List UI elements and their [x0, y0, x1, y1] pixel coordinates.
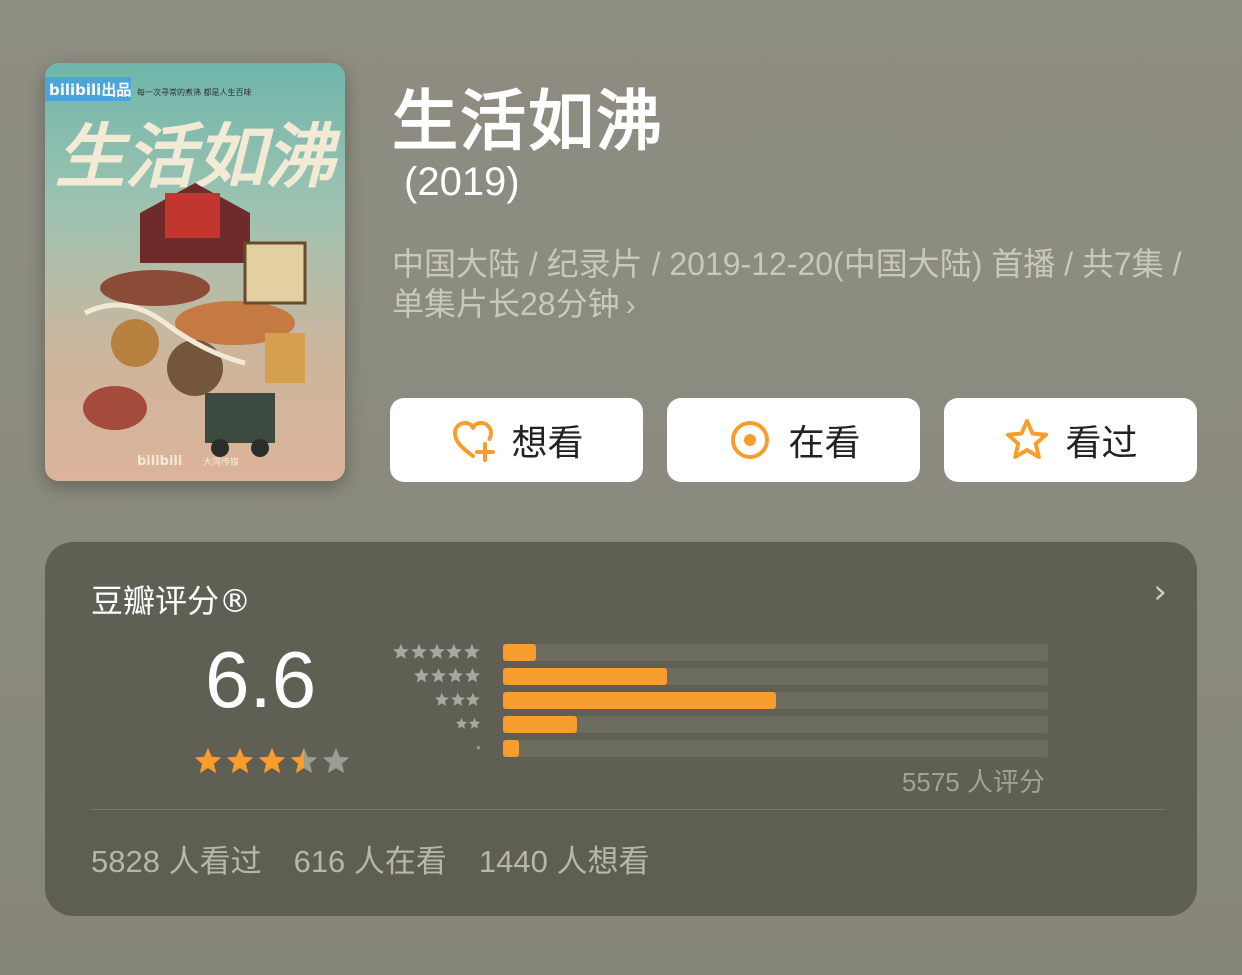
star-icon — [428, 643, 445, 659]
rating-row-stars — [476, 737, 481, 758]
rating-bar-fill — [503, 716, 577, 733]
star-icon — [322, 747, 350, 774]
watching-button[interactable]: 在看 — [667, 398, 920, 482]
rating-bar-fill — [503, 644, 536, 661]
rating-row-4-star — [381, 665, 1061, 685]
star-icon — [194, 747, 222, 774]
star-icon — [430, 668, 447, 683]
audience-stats: 5828 人看过 616 人在看 1440 人想看 — [91, 836, 650, 881]
star-icon — [466, 692, 481, 706]
rating-row-stars — [455, 713, 481, 734]
want-count: 1440 人想看 — [478, 844, 650, 879]
rating-bar-track — [503, 668, 1048, 685]
star-icon — [464, 643, 480, 659]
watching-label: 在看 — [788, 423, 861, 464]
rating-bar-fill — [503, 668, 667, 685]
star-outline-icon — [1006, 419, 1049, 459]
watched-count: 5828 人看过 — [91, 844, 262, 879]
rating-row-stars — [413, 665, 481, 686]
star-icon — [450, 692, 465, 706]
rating-bar-track — [503, 716, 1048, 733]
star-icon — [446, 643, 463, 659]
star-icon — [393, 643, 409, 659]
star-icon — [410, 643, 427, 659]
target-circle-icon — [731, 421, 770, 459]
rating-bar-track — [503, 692, 1048, 709]
watching-count: 616 人在看 — [293, 844, 447, 879]
rating-row-1-star — [381, 737, 1061, 757]
show-meta-text: 中国大陆 / 纪录片 / 2019-12-20(中国大陆) 首播 / 共7集 /… — [392, 246, 1182, 322]
rating-score: 6.6 — [205, 635, 317, 724]
watched-button[interactable]: 看过 — [944, 398, 1197, 482]
rating-row-2-star — [381, 713, 1061, 733]
heart-plus-icon — [453, 421, 496, 462]
rating-card[interactable]: 豆瓣评分® › 6.6 5575 人评分 5828 人看过 616 人在看 14… — [45, 542, 1197, 916]
want-to-watch-label: 想看 — [511, 423, 584, 464]
star-icon — [434, 692, 449, 706]
show-meta[interactable]: 中国大陆 / 纪录片 / 2019-12-20(中国大陆) 首播 / 共7集 /… — [392, 244, 1222, 326]
star-icon — [455, 717, 468, 729]
star-icon — [447, 668, 464, 683]
star-icon — [468, 717, 481, 729]
star-icon — [476, 745, 481, 750]
rating-card-title: 豆瓣评分® — [91, 582, 252, 620]
poster-brand: bilibili出品 — [49, 81, 131, 99]
rating-stars — [193, 746, 351, 776]
rating-row-5-star — [381, 641, 1061, 661]
rating-row-stars — [392, 641, 481, 662]
star-icon — [290, 747, 318, 774]
star-icon — [413, 668, 430, 683]
poster-footer-studio: 大湾传媒 — [203, 456, 239, 468]
poster-tagline: 每一次寻常的煮沸 都是人生百味 — [137, 87, 252, 97]
star-icon — [464, 668, 481, 683]
star-icon — [226, 747, 254, 774]
poster-footer-logo: bilibili — [137, 454, 182, 469]
total-ratings: 5575 人评分 — [901, 767, 1045, 797]
rating-bar-track — [503, 644, 1048, 661]
rating-bar-fill — [503, 692, 776, 709]
release-year: (2019) — [404, 160, 520, 204]
rating-row-3-star — [381, 689, 1061, 709]
rating-row-stars — [434, 689, 481, 710]
chevron-right-icon[interactable]: › — [1153, 572, 1167, 612]
poster-image[interactable]: bilibili出品 每一次寻常的煮沸 都是人生百味 生活如沸 bilibili… — [45, 63, 345, 481]
rating-bar-track — [503, 740, 1048, 757]
divider — [91, 809, 1165, 810]
want-to-watch-button[interactable]: 想看 — [390, 398, 643, 482]
watched-label: 看过 — [1065, 423, 1138, 464]
rating-bar-fill — [503, 740, 520, 757]
page-title: 生活如沸 — [392, 83, 664, 160]
chevron-right-icon: › — [625, 289, 636, 322]
star-icon — [258, 747, 286, 774]
